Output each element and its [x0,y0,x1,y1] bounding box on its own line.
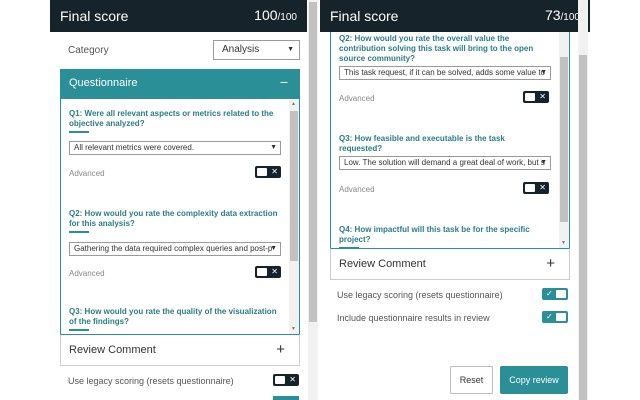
final-score-title: Final score [60,8,129,24]
legacy-scoring-label: Use legacy scoring (resets questionnaire… [68,376,234,386]
advanced-label: Advanced [339,94,375,103]
left-panel-scrollbar[interactable] [308,0,318,400]
category-label: Category [68,45,109,56]
questionnaire-body: Q2: How would you rate the overall value… [330,32,570,248]
answer-select[interactable]: Gathering the data required complex quer… [69,242,281,256]
include-results-toggle-partial[interactable] [273,396,299,400]
toggle-knob [556,290,566,298]
question-q3: Q3: How would you rate the quality of th… [69,307,279,331]
right-review-panel: Final score 73/100 Q2: How would you rat… [320,0,590,400]
question-underline [69,231,89,233]
questionnaire-scrollbar[interactable]: ▼ [559,32,569,248]
chevron-down-icon: ▼ [270,245,277,252]
question-q4: Q4: How impactful will this task be for … [339,225,549,248]
chevron-down-icon: ▼ [270,144,277,151]
include-results-toggle[interactable]: ✓ [542,311,568,323]
advanced-toggle[interactable]: ✕ [255,266,281,278]
scrollbar-thumb[interactable] [309,2,317,322]
answer-select[interactable]: This task request, if it can be solved, … [339,66,551,80]
x-icon: ✕ [539,183,546,192]
scrollbar-thumb[interactable] [290,111,298,261]
final-score-bar: Final score 100/100 [50,0,307,32]
final-score-bar: Final score 73/100 [320,0,590,32]
collapse-icon[interactable]: − [280,74,288,90]
legacy-scoring-toggle[interactable]: ✓ [542,288,568,300]
question-title: Q2: How would you rate the overall value… [339,34,534,63]
reset-button[interactable]: Reset [450,366,493,394]
answer-select[interactable]: Low. The solution will demand a great de… [339,156,551,170]
question-q2: Q2: How would you rate the complexity da… [69,209,279,233]
category-select[interactable]: Analysis ▼ [213,40,300,60]
review-comment-label: Review Comment [339,258,426,270]
x-icon: ✕ [271,267,278,276]
check-icon: ✓ [546,312,553,321]
review-comment-section[interactable]: Review Comment + [330,248,570,280]
legacy-scoring-label: Use legacy scoring (resets questionnaire… [337,290,503,300]
toggle-knob [257,268,267,276]
question-title: Q3: How would you rate the quality of th… [69,307,277,326]
x-icon: ✕ [539,92,546,101]
right-panel-scrollbar[interactable] [578,0,588,400]
review-comment-label: Review Comment [69,344,156,356]
questionnaire-header[interactable]: Questionnaire − [60,69,300,99]
answer-select[interactable]: All relevant metrics were covered. ▼ [69,141,281,155]
question-underline [69,329,89,331]
review-comment-section[interactable]: Review Comment + [60,334,300,366]
question-title: Q3: How feasible and executable is the t… [339,134,505,153]
questionnaire-body: Q1: Were all relevant aspects or metrics… [60,99,300,334]
advanced-toggle[interactable]: ✕ [523,91,549,103]
x-icon: ✕ [289,375,296,384]
question-underline [69,131,89,133]
expand-icon[interactable]: + [546,255,555,272]
left-review-panel: Final score 100/100 Category Analysis ▼ … [50,0,307,400]
scrollbar-thumb[interactable] [560,57,568,222]
final-score-title: Final score [330,8,399,24]
toggle-knob [257,168,267,176]
toggle-knob [556,313,566,321]
toggle-knob [525,184,535,192]
check-icon: ✓ [546,289,553,298]
chevron-down-icon: ▼ [540,159,547,166]
advanced-toggle[interactable]: ✕ [523,182,549,194]
toggle-knob [275,376,285,384]
scrollbar-thumb[interactable] [579,55,587,400]
question-q2: Q2: How would you rate the overall value… [339,34,549,68]
chevron-down-icon: ▼ [540,69,547,76]
question-title: Q1: Were all relevant aspects or metrics… [69,109,274,128]
include-results-label: Include questionnaire results in review [337,313,490,323]
advanced-label: Advanced [69,169,105,178]
question-title: Q4: How impactful will this task be for … [339,225,530,244]
x-icon: ✕ [271,167,278,176]
questionnaire-scrollbar[interactable]: ▲ ▼ [289,99,299,334]
chevron-down-icon: ▼ [287,46,294,53]
advanced-toggle[interactable]: ✕ [255,166,281,178]
question-q1: Q1: Were all relevant aspects or metrics… [69,109,279,133]
toggle-knob [525,93,535,101]
copy-review-button[interactable]: Copy review [500,366,568,394]
question-title: Q2: How would you rate the complexity da… [69,209,278,228]
expand-icon[interactable]: + [276,341,285,358]
scroll-down-icon[interactable]: ▼ [561,240,566,246]
advanced-label: Advanced [69,269,105,278]
final-score-value: 100/100 [254,7,297,23]
advanced-label: Advanced [339,185,375,194]
scroll-up-icon[interactable]: ▲ [291,101,296,107]
questionnaire-title: Questionnaire [69,77,138,89]
legacy-scoring-toggle[interactable]: ✕ [273,374,299,386]
question-q3: Q3: How feasible and executable is the t… [339,134,549,158]
final-score-value: 73/100 [544,7,580,23]
scroll-down-icon[interactable]: ▼ [291,326,296,332]
